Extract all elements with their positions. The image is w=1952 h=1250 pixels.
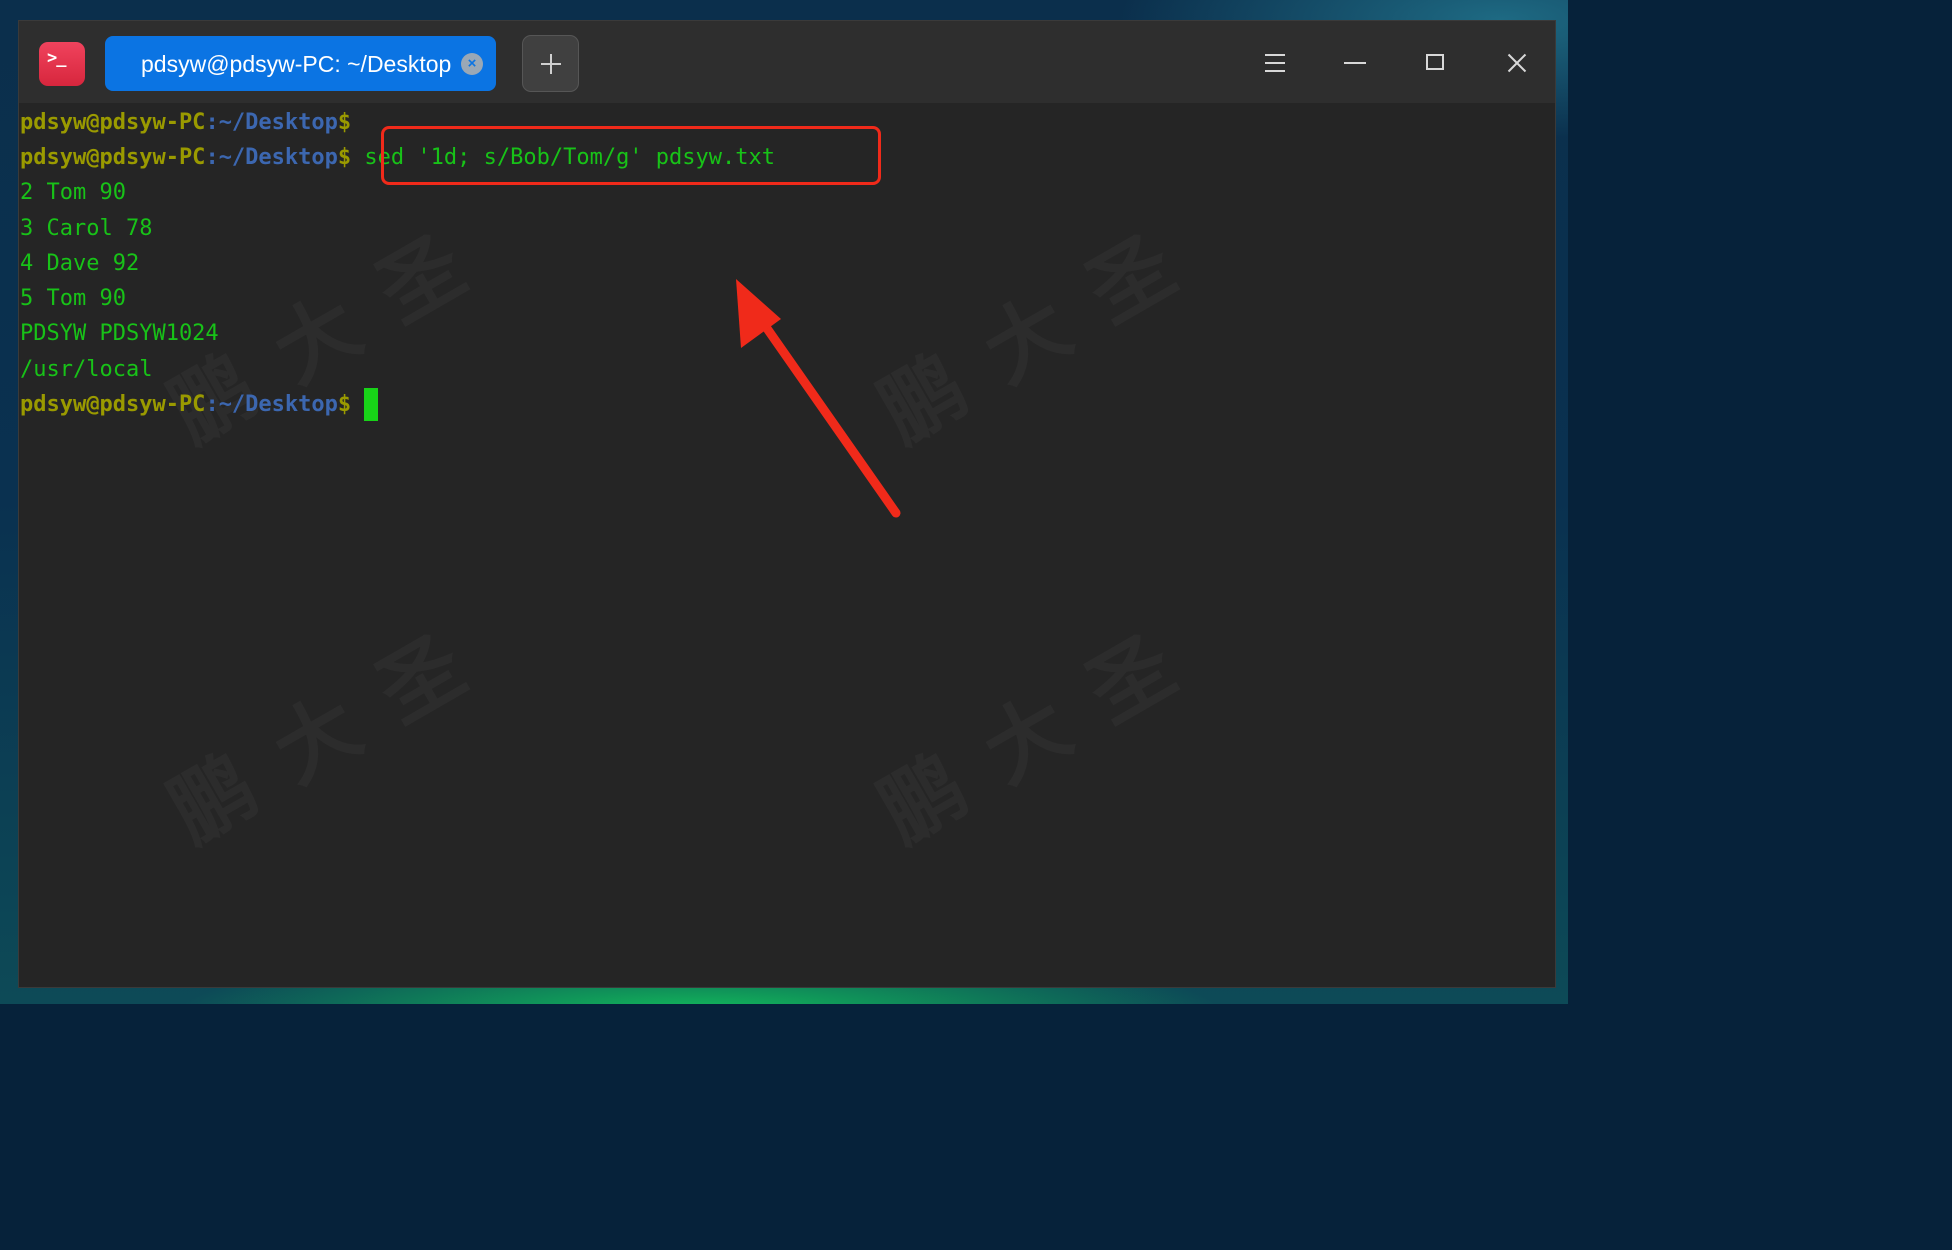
- terminal-window: >_ pdsyw@pdsyw-PC: ~/Desktop × 鹏大圣 鹏大圣 鹏…: [18, 20, 1556, 988]
- terminal-area[interactable]: 鹏大圣 鹏大圣 鹏大圣 鹏大圣 pdsyw@pdsyw-PC:~/Desktop…: [20, 104, 1555, 987]
- new-tab-button[interactable]: [522, 35, 579, 92]
- plus-icon-stroke: [550, 54, 552, 74]
- annotation-arrow-icon: [736, 279, 901, 518]
- title-bar: >_ pdsyw@pdsyw-PC: ~/Desktop ×: [19, 21, 1555, 103]
- terminal-app-icon[interactable]: >_: [39, 42, 85, 86]
- tab-desktop[interactable]: pdsyw@pdsyw-PC: ~/Desktop ×: [105, 36, 496, 91]
- close-icon[interactable]: [1495, 43, 1535, 83]
- maximize-icon[interactable]: [1415, 43, 1455, 83]
- app-icon-glyph: >_: [47, 48, 67, 68]
- menu-icon[interactable]: [1255, 43, 1295, 83]
- tab-label: pdsyw@pdsyw-PC: ~/Desktop: [141, 51, 452, 77]
- minimize-icon[interactable]: [1335, 43, 1375, 83]
- tab-close-icon[interactable]: ×: [461, 53, 483, 75]
